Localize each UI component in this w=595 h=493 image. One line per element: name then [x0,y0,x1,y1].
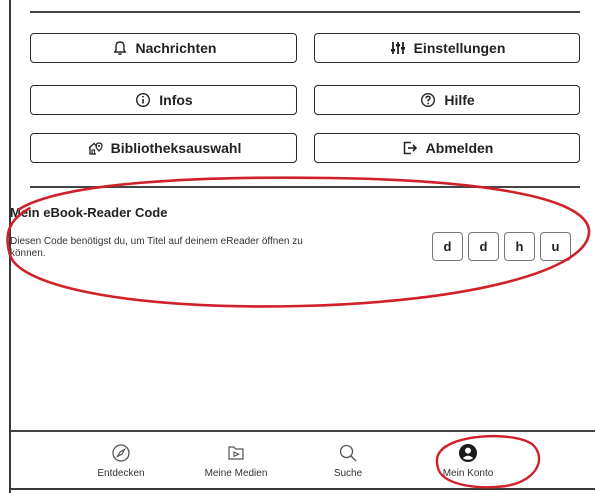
section-divider [30,186,580,188]
nav-my-account-label: Mein Konto [442,468,494,479]
question-icon [419,91,437,109]
code-char-box: d [468,232,499,261]
ereader-code-title: Mein eBook-Reader Code [10,205,168,220]
logout-button[interactable]: Abmelden [314,133,580,163]
code-char-box: h [504,232,535,261]
bottom-navigation: Entdecken Meine Medien Suche Mein Konto [11,430,595,490]
messages-label: Nachrichten [135,40,217,56]
nav-discover[interactable]: Entdecken [66,442,176,479]
ereader-code-description: Diesen Code benötigst du, um Titel auf d… [10,236,303,259]
code-char-box: d [432,232,463,261]
logout-icon [401,139,419,157]
logout-label: Abmelden [425,140,494,156]
compass-icon [110,442,132,464]
sliders-icon [389,39,407,57]
nav-search[interactable]: Suche [293,442,403,479]
bell-icon [111,39,129,57]
settings-button[interactable]: Einstellungen [314,33,580,63]
account-icon [457,442,479,464]
ereader-code-boxes: d d h u [432,232,571,261]
library-selection-button[interactable]: Bibliotheksauswahl [30,133,297,163]
nav-my-media-label: Meine Medien [204,468,268,479]
settings-label: Einstellungen [413,40,506,56]
library-location-icon [86,139,104,157]
help-button[interactable]: Hilfe [314,85,580,115]
info-button[interactable]: Infos [30,85,297,115]
info-label: Infos [159,92,193,108]
search-icon [337,442,359,464]
top-divider [30,11,580,13]
nav-discover-label: Entdecken [97,468,145,479]
nav-search-label: Suche [333,468,363,479]
media-icon [225,442,247,464]
code-char-box: u [540,232,571,261]
info-icon [134,91,152,109]
nav-my-account[interactable]: Mein Konto [413,442,523,479]
library-selection-label: Bibliotheksauswahl [110,140,242,156]
messages-button[interactable]: Nachrichten [30,33,297,63]
help-label: Hilfe [444,92,475,108]
nav-my-media[interactable]: Meine Medien [181,442,291,479]
